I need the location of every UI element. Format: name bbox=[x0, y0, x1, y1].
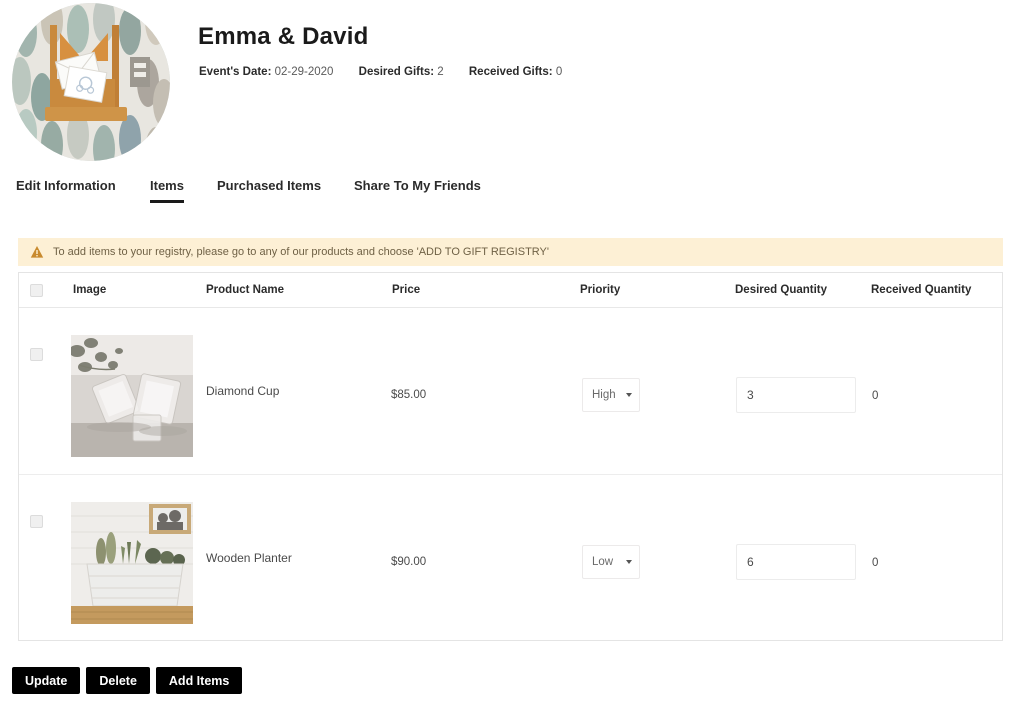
column-header-product-name: Product Name bbox=[206, 284, 284, 296]
registry-items-table: Image Product Name Price Priority Desire… bbox=[18, 272, 1003, 641]
tab-edit-information[interactable]: Edit Information bbox=[16, 178, 116, 200]
registry-tabs: Edit Information Items Purchased Items S… bbox=[0, 178, 1024, 210]
chevron-down-icon bbox=[626, 560, 632, 564]
product-price: $85.00 bbox=[391, 389, 427, 401]
received-gifts-label: Received Gifts: bbox=[468, 66, 553, 78]
desired-quantity-input[interactable] bbox=[736, 544, 856, 580]
tab-share-to-my-friends[interactable]: Share To My Friends bbox=[354, 178, 481, 200]
received-quantity-value: 0 bbox=[872, 390, 879, 402]
column-header-received-quantity: Received Quantity bbox=[871, 284, 972, 296]
diamond-cup-photo-icon bbox=[71, 335, 193, 457]
table-header-row: Image Product Name Price Priority Desire… bbox=[19, 273, 1002, 308]
desired-quantity-input[interactable] bbox=[736, 377, 856, 413]
info-notice: To add items to your registry, please go… bbox=[18, 238, 1003, 266]
notice-text: To add items to your registry, please go… bbox=[53, 246, 549, 258]
event-date-label: Event's Date: bbox=[199, 66, 272, 78]
product-name: Diamond Cup bbox=[206, 384, 280, 398]
action-buttons: Update Delete Add Items bbox=[12, 667, 243, 694]
registry-photo-icon bbox=[12, 3, 170, 161]
wooden-planter-photo-icon bbox=[71, 502, 193, 624]
gift-registry-page: Emma & David Event's Date: 02-29-2020 De… bbox=[0, 0, 1024, 712]
update-button[interactable]: Update bbox=[12, 667, 81, 694]
priority-value: High bbox=[592, 389, 616, 401]
row-select-checkbox[interactable] bbox=[30, 348, 43, 361]
event-date-value: 02-29-2020 bbox=[274, 66, 334, 78]
add-items-button[interactable]: Add Items bbox=[155, 667, 243, 694]
row-select-checkbox[interactable] bbox=[30, 515, 43, 528]
priority-select[interactable]: Low bbox=[582, 545, 640, 579]
column-header-image: Image bbox=[73, 284, 107, 296]
received-quantity-value: 0 bbox=[872, 557, 879, 569]
table-row: Wooden Planter $90.00 Low 0 bbox=[19, 474, 1002, 640]
priority-select[interactable]: High bbox=[582, 378, 640, 412]
registry-meta: Event's Date: 02-29-2020 Desired Gifts: … bbox=[199, 66, 584, 78]
registry-header: Emma & David Event's Date: 02-29-2020 De… bbox=[0, 0, 1024, 170]
desired-gifts-label: Desired Gifts: bbox=[358, 66, 435, 78]
warning-triangle-icon bbox=[30, 246, 44, 258]
tab-purchased-items[interactable]: Purchased Items bbox=[217, 178, 321, 200]
product-thumbnail[interactable] bbox=[71, 335, 193, 457]
product-thumbnail[interactable] bbox=[71, 502, 193, 624]
page-title: Emma & David bbox=[198, 23, 369, 50]
select-all-checkbox[interactable] bbox=[30, 284, 43, 297]
priority-value: Low bbox=[592, 556, 614, 568]
product-name: Wooden Planter bbox=[206, 551, 292, 565]
delete-button[interactable]: Delete bbox=[86, 667, 150, 694]
product-price: $90.00 bbox=[391, 556, 427, 568]
chevron-down-icon bbox=[626, 393, 632, 397]
column-header-priority: Priority bbox=[580, 284, 621, 296]
column-header-desired-quantity: Desired Quantity bbox=[735, 284, 828, 296]
table-row: Diamond Cup $85.00 High 0 bbox=[19, 308, 1002, 474]
desired-gifts-value: 2 bbox=[437, 66, 444, 78]
column-header-price: Price bbox=[392, 284, 421, 296]
received-gifts-value: 0 bbox=[555, 66, 563, 78]
tab-items[interactable]: Items bbox=[150, 178, 184, 203]
avatar bbox=[12, 3, 170, 161]
